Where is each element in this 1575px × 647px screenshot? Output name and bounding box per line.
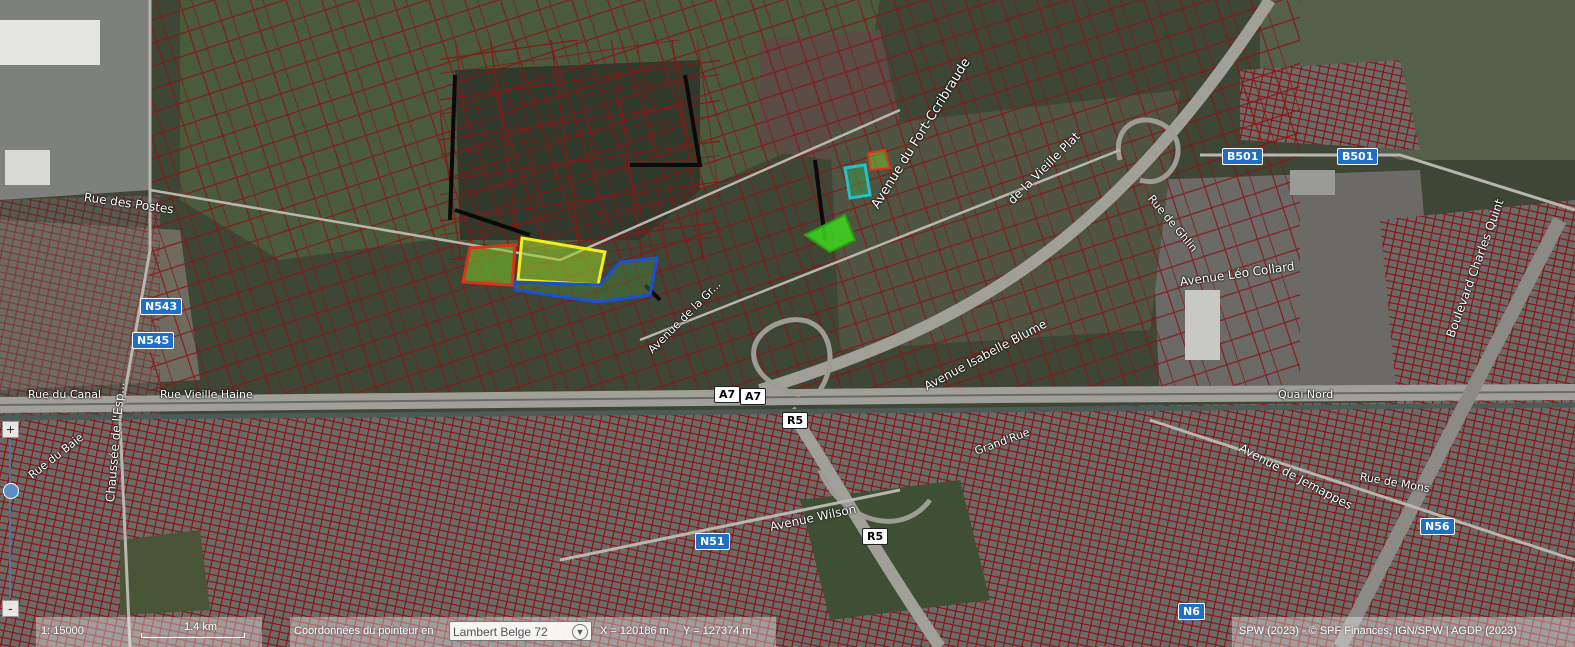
label-quai-nord: Quai Nord: [1278, 388, 1334, 401]
coords-panel: Coordonnées du pointeur en Lambert Belge…: [290, 617, 776, 647]
shield-n545: N545: [132, 332, 175, 349]
shield-n56: N56: [1420, 518, 1455, 535]
urban-zone-nw: [0, 195, 160, 420]
park-south-west: [120, 530, 210, 615]
shield-b501-east: B501: [1337, 148, 1379, 165]
shield-b501-west: B501: [1222, 148, 1264, 165]
zoom-slider-handle[interactable]: [3, 483, 19, 499]
shield-r5-south: R5: [862, 528, 889, 545]
label-rue-du-canal: Rue du Canal: [28, 388, 102, 401]
selection-cyan-parcel[interactable]: [843, 163, 872, 200]
map-status-bar: 1: 15000 1.4 km Coordonnées du pointeur …: [0, 617, 1575, 647]
attribution-panel: SPW (2023) - © SPF Finances, IGN/SPW | A…: [1232, 617, 1575, 647]
zoom-slider-track[interactable]: [9, 440, 11, 598]
parcel-grid-north: [150, 0, 1300, 400]
shield-a7-east: A7: [740, 388, 767, 405]
chevron-down-icon[interactable]: ▼: [572, 624, 588, 640]
label-rue-vieille-haine: Rue Vieille Haine: [160, 388, 253, 401]
selection-red-parcel[interactable]: [461, 243, 517, 287]
crs-select[interactable]: Lambert Belge 72 ▼: [449, 621, 592, 641]
zoom-in-button[interactable]: +: [2, 421, 19, 438]
scale-panel: 1: 15000 1.4 km: [36, 617, 262, 647]
scale-length-label: 1.4 km: [184, 621, 218, 633]
building-commercial: [1185, 290, 1220, 360]
scale-ratio: 1: 15000: [41, 625, 84, 637]
shield-r5-north: R5: [782, 412, 809, 429]
map-canvas[interactable]: [0, 0, 1575, 647]
building-warehouse: [0, 20, 100, 65]
attribution-text: SPW (2023) - © SPF Finances, IGN/SPW | A…: [1239, 625, 1517, 637]
shield-n51: N51: [695, 533, 730, 550]
shield-n543: N543: [140, 298, 183, 315]
park-south: [800, 480, 990, 620]
building-plant: [5, 150, 50, 185]
selection-red-small[interactable]: [866, 148, 892, 172]
shield-a7-west: A7: [714, 386, 741, 403]
parcel-grid-fields: [440, 40, 720, 260]
x-coordinate-readout: X = 120186 m: [600, 625, 669, 637]
zoom-out-button[interactable]: -: [2, 600, 19, 617]
coords-label: Coordonnées du pointeur en: [294, 625, 434, 637]
scale-bar: [141, 633, 245, 638]
y-coordinate-readout: Y = 127374 m: [683, 625, 752, 637]
building-shop: [1290, 170, 1335, 195]
crs-select-value: Lambert Belge 72: [453, 625, 548, 639]
